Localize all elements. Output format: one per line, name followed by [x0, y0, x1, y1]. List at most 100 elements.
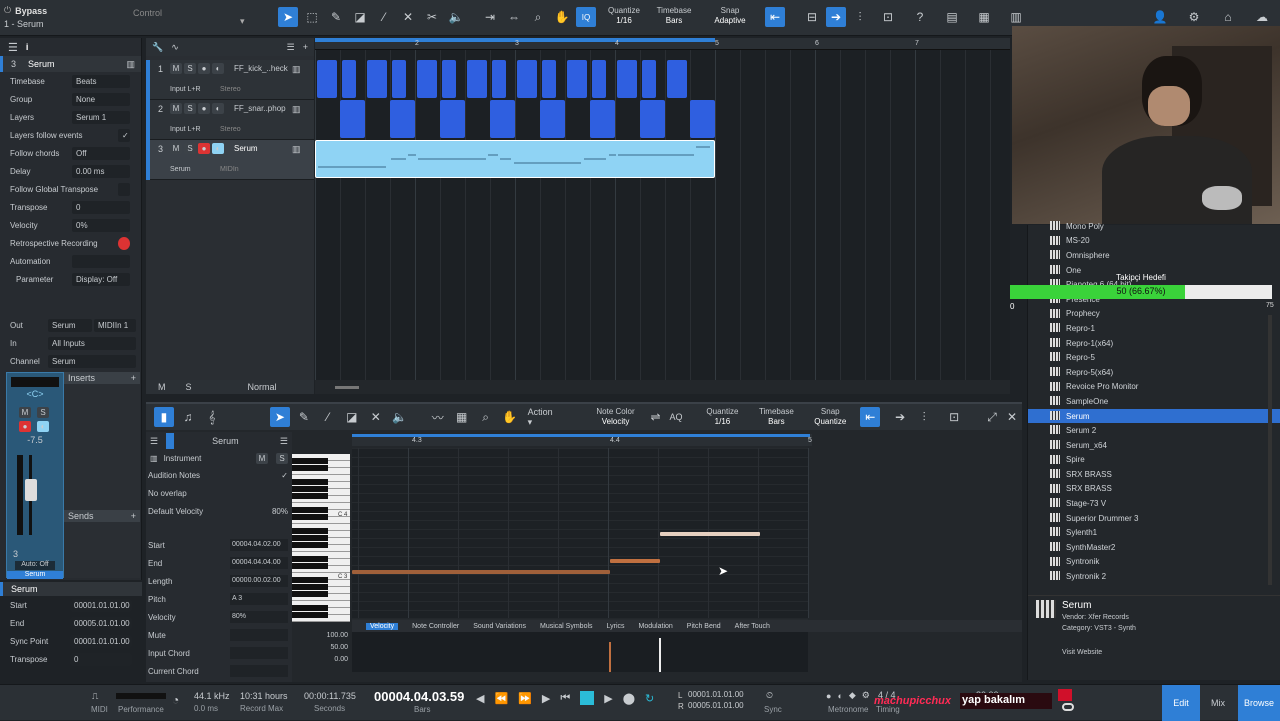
kick-clip[interactable] — [317, 60, 337, 98]
monitor-button[interactable]: ◐ — [212, 103, 224, 114]
piano-black-key[interactable] — [292, 612, 328, 618]
note-grid[interactable] — [352, 448, 809, 620]
tap-icon[interactable]: ◆ — [849, 690, 856, 701]
kick-clip[interactable] — [567, 60, 587, 98]
plugin-item[interactable]: Mono Poly — [1028, 219, 1280, 234]
kick-clip[interactable] — [392, 60, 406, 98]
video-icon[interactable]: ▤ — [942, 7, 962, 27]
cloud-icon[interactable]: ☁ — [1252, 7, 1272, 27]
lane-tab[interactable]: After Touch — [735, 623, 770, 630]
plugin-item[interactable]: Repro-1 — [1028, 321, 1280, 336]
note-prop-value[interactable]: 80% — [230, 611, 288, 623]
pencil-tool-icon[interactable]: ✎ — [326, 7, 346, 27]
snare-clip[interactable] — [690, 100, 715, 138]
kick-clip[interactable] — [667, 60, 687, 98]
lane-tab[interactable]: Sound Variations — [473, 623, 526, 630]
plugin-item[interactable]: SampleOne — [1028, 394, 1280, 409]
add-icon[interactable]: + — [131, 511, 136, 521]
plugin-item[interactable]: Repro-5 — [1028, 350, 1280, 365]
track-input[interactable]: Input L+R — [170, 126, 201, 133]
inspector-row-value[interactable] — [72, 254, 130, 268]
home-icon[interactable]: ⌂ — [1218, 7, 1238, 27]
add-icon[interactable]: + — [131, 373, 136, 383]
snare-clip[interactable] — [490, 100, 515, 138]
focus-icon[interactable]: ⊡ — [944, 407, 964, 427]
kick-clip[interactable] — [417, 60, 437, 98]
drum-icon[interactable]: ♫ — [178, 407, 198, 427]
arrow-tool-icon[interactable]: ➤ — [269, 407, 290, 427]
display-select[interactable]: Display: Off — [72, 272, 130, 286]
solo-button[interactable]: S — [184, 103, 196, 114]
inspector-row-value[interactable]: Beats — [72, 74, 130, 88]
inspector-row-value[interactable]: Off — [72, 146, 130, 160]
paint-tool-icon[interactable]: ⁄ — [374, 7, 394, 27]
chevron-down-icon[interactable]: ▾ — [240, 16, 245, 27]
plugin-item[interactable]: Syntronik — [1028, 555, 1280, 570]
snare-clip[interactable] — [340, 100, 365, 138]
piano-black-key[interactable] — [292, 542, 328, 548]
rewind-icon[interactable]: ⏪ — [494, 692, 508, 705]
grid-icon[interactable]: ▦ — [974, 7, 994, 27]
precount-icon[interactable]: ◐ — [837, 691, 842, 701]
plugin-item[interactable]: SRX BRASS — [1028, 482, 1280, 497]
plugin-item[interactable]: Sylenth1 — [1028, 525, 1280, 540]
piano-black-key[interactable] — [292, 465, 328, 471]
record-icon[interactable]: ⬤ — [623, 692, 635, 705]
listen-tool-icon[interactable]: 🔈 — [390, 407, 410, 427]
monitor-button[interactable]: ◐ — [212, 143, 224, 154]
io-select[interactable]: Serum — [48, 354, 136, 368]
editor-quantize-select[interactable]: Quantize 1/16 — [700, 407, 744, 427]
split-view-icon[interactable]: ⫶ — [850, 7, 870, 27]
inspector-row-value[interactable] — [118, 236, 130, 250]
paint-tool-icon[interactable]: ⁄ — [318, 407, 338, 427]
track-input[interactable]: Serum — [170, 166, 191, 173]
mute-button[interactable]: M — [170, 143, 182, 154]
inspector-row-value[interactable]: 0 — [72, 200, 130, 214]
kick-clip[interactable] — [492, 60, 506, 98]
kick-clip[interactable] — [542, 60, 556, 98]
plugin-item[interactable]: Revoice Pro Monitor — [1028, 380, 1280, 395]
lane-tab[interactable]: Note Controller — [412, 623, 459, 630]
aq-button[interactable]: AQ — [669, 412, 682, 422]
channel-route[interactable]: <C> — [7, 389, 63, 399]
help-icon[interactable]: ? — [910, 7, 930, 27]
arrow-tool-icon[interactable]: ➤ — [278, 7, 298, 27]
loop-icon[interactable]: ⊟ — [802, 7, 822, 27]
piano-black-key[interactable] — [292, 493, 328, 499]
iq-button[interactable]: IQ — [576, 7, 596, 27]
bend-tool-icon[interactable]: ⇥ — [480, 7, 500, 27]
loop-icon[interactable]: ↻ — [645, 692, 654, 705]
piano-black-key[interactable] — [292, 479, 328, 485]
note-prop-value[interactable]: A 3 — [230, 593, 288, 605]
inspector-row-value[interactable]: 0% — [72, 218, 130, 232]
kick-clip[interactable] — [617, 60, 637, 98]
monitor-button[interactable]: ◐ — [37, 421, 49, 432]
stop-icon[interactable] — [580, 691, 595, 705]
ripple-icon[interactable]: ⇔ — [504, 7, 524, 27]
plugin-item[interactable]: Serum 2 — [1028, 423, 1280, 438]
footer-m[interactable]: M — [158, 382, 166, 392]
velocity-bar[interactable] — [609, 642, 611, 672]
record-arm-button[interactable]: ● — [19, 421, 31, 432]
track-name[interactable]: Serum — [234, 144, 258, 153]
mute-tool-icon[interactable]: ✕ — [366, 407, 386, 427]
note-prop-value[interactable] — [230, 629, 288, 641]
monitor-button[interactable]: ◐ — [212, 63, 224, 74]
io-select[interactable]: All Inputs — [48, 336, 136, 350]
menu-icon[interactable]: ☰ — [150, 436, 158, 447]
piano-black-key[interactable] — [292, 507, 328, 513]
sends-header[interactable]: Sends + — [64, 510, 140, 522]
footer-s[interactable]: S — [186, 382, 192, 392]
return-to-zero-icon[interactable]: ⏮ — [560, 692, 570, 705]
snare-clip[interactable] — [390, 100, 415, 138]
kick-clip[interactable] — [367, 60, 387, 98]
kick-clip[interactable] — [442, 60, 456, 98]
piano-keyboard[interactable]: C 4 C 3 — [292, 454, 350, 622]
inserts-header[interactable]: Inserts + — [64, 372, 140, 384]
score-icon[interactable]: 𝄞 — [202, 407, 222, 427]
inspector-row-value[interactable]: ✓ — [118, 128, 130, 142]
midi-note[interactable] — [660, 532, 760, 536]
event-row-value[interactable]: 00001.01.01.00 — [70, 634, 132, 648]
piano-black-key[interactable] — [292, 605, 328, 611]
plugin-item[interactable]: Spire — [1028, 453, 1280, 468]
